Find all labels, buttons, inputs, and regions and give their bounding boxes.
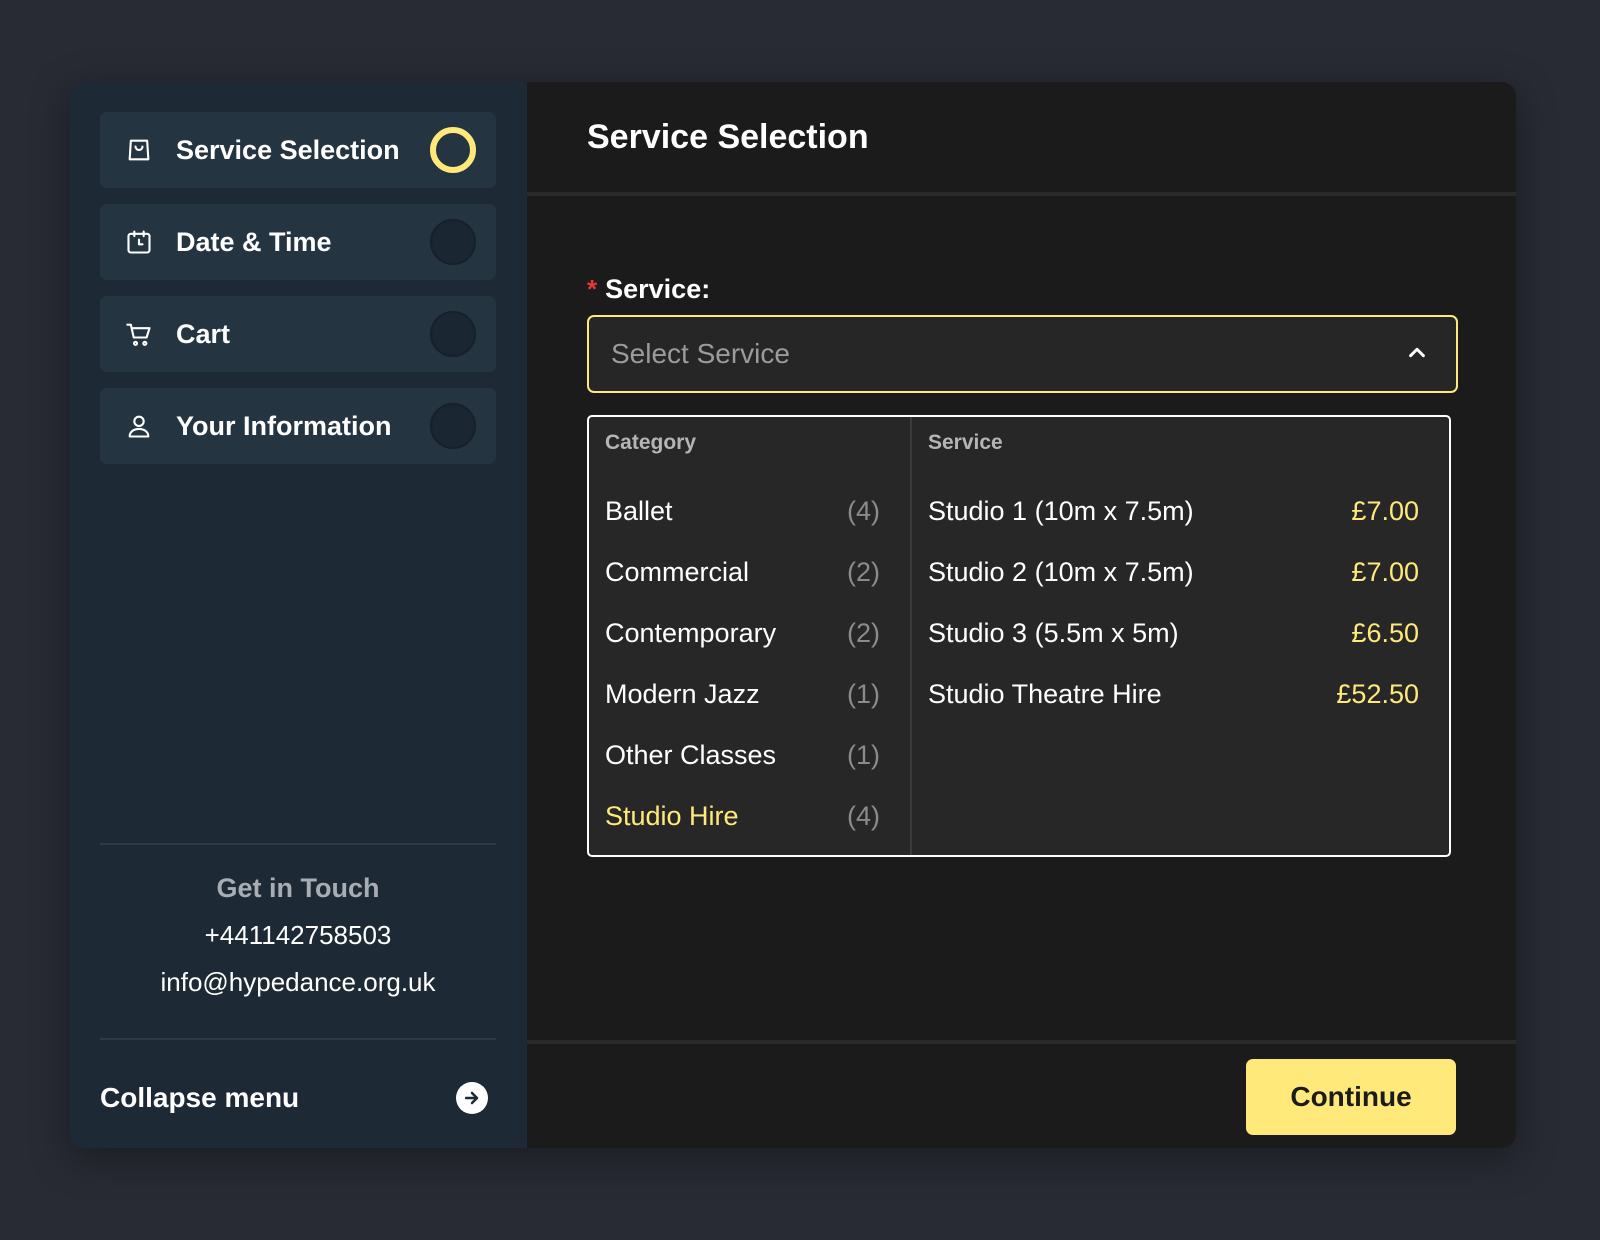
contact-title: Get in Touch — [216, 873, 380, 903]
category-count: (2) — [847, 557, 880, 587]
service-option[interactable]: Studio 3 (5.5m x 5m) £6.50 — [928, 603, 1419, 664]
contact-phone[interactable]: +441142758503 — [100, 920, 496, 951]
main-header: Service Selection — [527, 82, 1516, 196]
chevron-up-icon — [1406, 341, 1428, 368]
service-price: £52.50 — [1336, 679, 1419, 709]
service-dropdown-panel: Category Ballet (4) Commercial (2) Conte… — [587, 415, 1451, 857]
category-count: (1) — [847, 679, 880, 709]
category-name-selected: Studio Hire — [605, 801, 739, 831]
main-panel: Service Selection * Service: Select Serv… — [527, 82, 1516, 1148]
service-name: Studio 1 (10m x 7.5m) — [928, 496, 1194, 526]
collapse-menu-label: Collapse menu — [100, 1082, 300, 1113]
continue-button[interactable]: Continue — [1246, 1059, 1456, 1135]
service-name: Studio 2 (10m x 7.5m) — [928, 557, 1194, 587]
category-column: Category Ballet (4) Commercial (2) Conte… — [589, 417, 912, 855]
category-header: Category — [605, 431, 697, 454]
service-column: Service Studio 1 (10m x 7.5m) £7.00 Stud… — [912, 417, 1449, 855]
arrow-right-circle-icon[interactable] — [456, 1082, 488, 1114]
contact-section: Get in Touch +441142758503 info@hypedanc… — [100, 845, 496, 1038]
service-option[interactable]: Studio 2 (10m x 7.5m) £7.00 — [928, 542, 1419, 603]
service-option[interactable]: Studio Theatre Hire £52.50 — [928, 664, 1419, 725]
category-name: Contemporary — [605, 618, 777, 648]
booking-modal: Service Selection Date & Time Cart Your … — [70, 82, 1516, 1148]
step-status-indicator — [430, 219, 476, 265]
category-item-studio-hire[interactable]: Studio Hire (4) — [605, 786, 880, 847]
category-count: (1) — [847, 740, 880, 770]
step-date-time[interactable]: Date & Time — [100, 204, 496, 280]
category-item-modern-jazz[interactable]: Modern Jazz (1) — [605, 664, 880, 725]
category-item-commercial[interactable]: Commercial (2) — [605, 542, 880, 603]
category-count: (4) — [847, 496, 880, 526]
service-name: Studio Theatre Hire — [928, 679, 1162, 709]
contact-email[interactable]: info@hypedance.org.uk — [100, 967, 496, 998]
step-service-selection[interactable]: Service Selection — [100, 112, 496, 188]
calendar-icon — [124, 227, 154, 257]
step-status-active-indicator — [430, 127, 476, 173]
service-price: £7.00 — [1351, 496, 1419, 526]
service-select[interactable]: Select Service — [587, 315, 1458, 393]
category-name: Ballet — [605, 496, 673, 526]
sidebar-footer: Get in Touch +441142758503 info@hypedanc… — [100, 843, 496, 1114]
step-status-indicator — [430, 311, 476, 357]
service-field-label: * Service: — [587, 274, 1458, 305]
category-count: (2) — [847, 618, 880, 648]
page-title: Service Selection — [587, 118, 869, 156]
category-count: (4) — [847, 801, 880, 831]
category-name: Commercial — [605, 557, 750, 587]
collapse-menu-button[interactable]: Collapse menu — [100, 1040, 496, 1114]
service-select-placeholder: Select Service — [611, 338, 790, 369]
service-price: £6.50 — [1351, 618, 1419, 648]
step-label: Service Selection — [176, 134, 400, 165]
category-name: Modern Jazz — [605, 679, 760, 709]
category-name: Other Classes — [605, 740, 777, 770]
cart-icon — [124, 319, 154, 349]
step-status-indicator — [430, 403, 476, 449]
category-item-contemporary[interactable]: Contemporary (2) — [605, 603, 880, 664]
service-label-text: Service: — [605, 274, 711, 304]
step-cart[interactable]: Cart — [100, 296, 496, 372]
step-label: Your Information — [176, 410, 392, 441]
service-name: Studio 3 (5.5m x 5m) — [928, 618, 1179, 648]
service-form: * Service: Select Service Category Balle… — [587, 274, 1458, 857]
shopping-bag-icon — [124, 135, 154, 165]
step-label: Cart — [176, 318, 231, 349]
service-header: Service — [928, 431, 1003, 454]
service-price: £7.00 — [1351, 557, 1419, 587]
category-item-ballet[interactable]: Ballet (4) — [605, 481, 880, 542]
sidebar: Service Selection Date & Time Cart Your … — [70, 82, 527, 1148]
category-item-other-classes[interactable]: Other Classes (1) — [605, 725, 880, 786]
user-icon — [124, 411, 154, 441]
step-label: Date & Time — [176, 226, 332, 257]
service-option[interactable]: Studio 1 (10m x 7.5m) £7.00 — [928, 481, 1419, 542]
required-mark: * — [587, 274, 598, 304]
step-your-information[interactable]: Your Information — [100, 388, 496, 464]
main-footer: Continue — [527, 1040, 1516, 1148]
